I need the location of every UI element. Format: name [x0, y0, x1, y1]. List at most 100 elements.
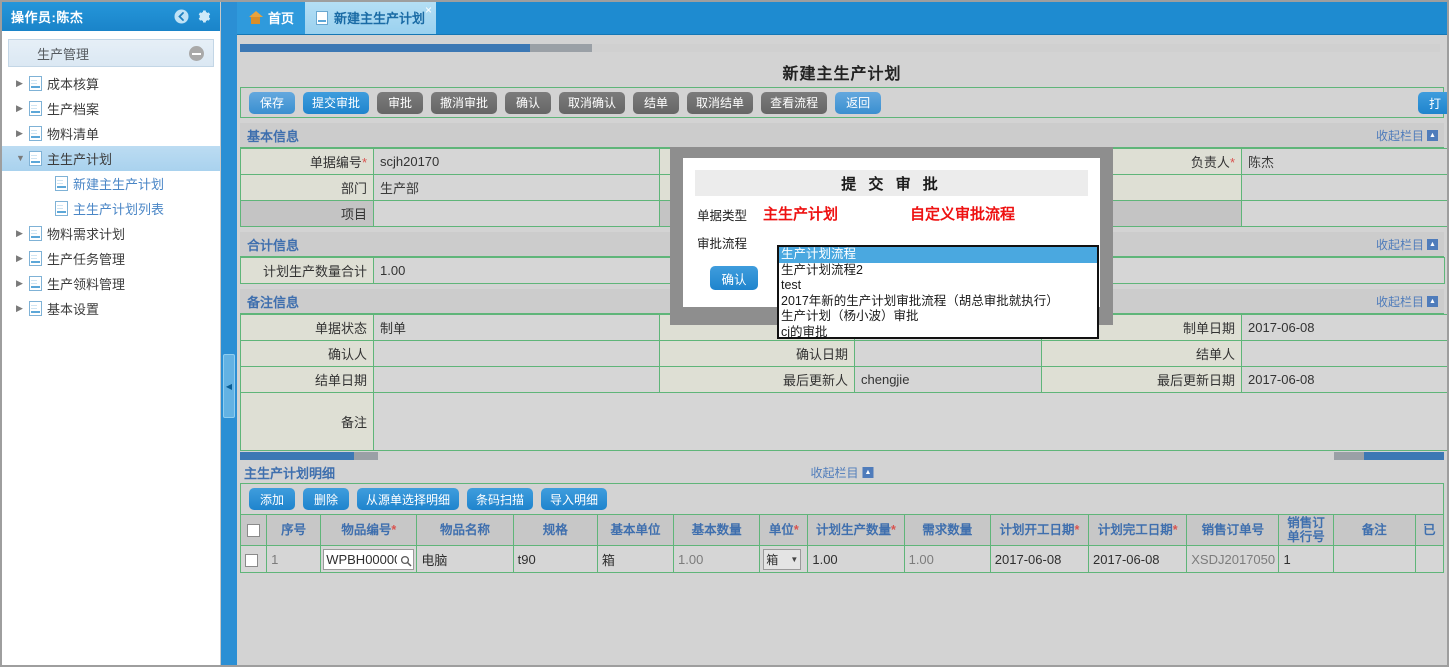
basic-value-1-1[interactable]: 生产部: [374, 175, 660, 201]
chevron-right-icon[interactable]: [16, 79, 29, 88]
cell-plan_end[interactable]: 2017-06-08: [1089, 546, 1187, 573]
column-header-11[interactable]: 计划完工日期*: [1089, 515, 1187, 546]
toolbar-button-print-cutoff[interactable]: 打: [1418, 92, 1449, 114]
basic-value-2-1[interactable]: [374, 201, 660, 227]
toolbar-button-1[interactable]: 提交审批: [303, 92, 369, 114]
toolbar-button-7[interactable]: 取消结单: [687, 92, 753, 114]
detail-button-4[interactable]: 导入明细: [541, 488, 607, 510]
scroll-thumb-right[interactable]: [1364, 452, 1444, 460]
row-checkbox[interactable]: [245, 554, 258, 567]
column-header-0[interactable]: [241, 515, 267, 546]
collapse-handle-icon[interactable]: ◀: [223, 354, 235, 418]
detail-button-0[interactable]: 添加: [249, 488, 295, 510]
basic-value-1-3[interactable]: [1242, 175, 1449, 201]
toolbar-button-3[interactable]: 撤消审批: [431, 92, 497, 114]
chevron-right-icon[interactable]: [16, 304, 29, 313]
cell-unit[interactable]: 箱▼: [760, 546, 808, 573]
cell-base_unit[interactable]: 箱: [597, 546, 673, 573]
column-header-8[interactable]: 计划生产数量*: [808, 515, 904, 546]
sidebar-collapse-strip[interactable]: ◀: [221, 2, 237, 667]
total-info-collapse-link[interactable]: 收起栏目 ▲: [1376, 236, 1438, 253]
remark-value-0-2[interactable]: 2017-06-08: [1242, 315, 1449, 341]
basic-info-collapse-link[interactable]: 收起栏目 ▲: [1376, 127, 1438, 144]
detail-button-2[interactable]: 从源单选择明细: [357, 488, 459, 510]
column-header-14[interactable]: 备注: [1333, 515, 1415, 546]
sidebar-item-2[interactable]: 物料清单: [2, 121, 220, 146]
column-header-10[interactable]: 计划开工日期*: [990, 515, 1088, 546]
chevron-right-icon[interactable]: [16, 279, 29, 288]
chevron-down-icon[interactable]: [16, 154, 29, 163]
detail-collapse-link[interactable]: 收起栏目 ▲: [810, 464, 873, 481]
gear-icon[interactable]: [195, 8, 212, 25]
content-horizontal-scrollbar[interactable]: [237, 35, 1447, 57]
flow-option-4[interactable]: 生产计划（杨小波）审批: [779, 309, 1097, 325]
sidebar-item-1[interactable]: 生产档案: [2, 96, 220, 121]
close-icon[interactable]: ×: [425, 4, 432, 16]
column-header-12[interactable]: 销售订单号: [1187, 515, 1279, 546]
remark-value-0-0[interactable]: 制单: [374, 315, 660, 341]
flow-option-5[interactable]: cj的审批: [779, 325, 1097, 340]
cell-sales_order[interactable]: XSDJ2017050: [1187, 546, 1279, 573]
sidebar-item-9[interactable]: 基本设置: [2, 296, 220, 321]
scroll-thumb[interactable]: [240, 44, 530, 52]
back-arrow-icon[interactable]: [173, 8, 190, 25]
remark-value-1-0[interactable]: [374, 341, 660, 367]
cell-base_qty[interactable]: 1.00: [674, 546, 760, 573]
toolbar-button-4[interactable]: 确认: [505, 92, 551, 114]
flow-option-0[interactable]: 生产计划流程: [779, 247, 1097, 263]
column-header-4[interactable]: 规格: [513, 515, 597, 546]
remark-value-2-2[interactable]: 2017-06-08: [1242, 367, 1449, 393]
cell-sales_line[interactable]: 1: [1279, 546, 1333, 573]
toolbar-button-6[interactable]: 结单: [633, 92, 679, 114]
cell-seq[interactable]: 1: [267, 546, 321, 573]
sidebar-item-7[interactable]: 生产任务管理: [2, 246, 220, 271]
row-checkbox-cell[interactable]: [241, 546, 267, 573]
chevron-right-icon[interactable]: [16, 229, 29, 238]
column-header-9[interactable]: 需求数量: [904, 515, 990, 546]
column-header-7[interactable]: 单位*: [760, 515, 808, 546]
basic-value-0-3[interactable]: 陈杰: [1242, 149, 1449, 175]
flow-option-1[interactable]: 生产计划流程2: [779, 263, 1097, 279]
cell-plan_start[interactable]: 2017-06-08: [990, 546, 1088, 573]
column-header-1[interactable]: 序号: [267, 515, 321, 546]
detail-button-1[interactable]: 删除: [303, 488, 349, 510]
remark-value-1-1[interactable]: [855, 341, 1042, 367]
cell-demand_qty[interactable]: 1.00: [904, 546, 990, 573]
sidebar-item-8[interactable]: 生产领料管理: [2, 271, 220, 296]
scroll-thumb-right-secondary[interactable]: [1334, 452, 1364, 460]
remark-value-2-0[interactable]: [374, 367, 660, 393]
item-code-input-wrap[interactable]: [323, 552, 414, 567]
column-header-5[interactable]: 基本单位: [597, 515, 673, 546]
basic-value-2-3[interactable]: [1242, 201, 1449, 227]
approval-flow-listbox[interactable]: 生产计划流程生产计划流程2test2017年新的生产计划审批流程（胡总审批就执行…: [777, 245, 1099, 339]
cell-item_name[interactable]: 电脑: [417, 546, 513, 573]
tab-1[interactable]: 新建主生产计划×: [305, 1, 436, 34]
column-header-6[interactable]: 基本数量: [674, 515, 760, 546]
remark-note-value[interactable]: [374, 393, 1449, 451]
chevron-right-icon[interactable]: [16, 129, 29, 138]
remark-info-collapse-link[interactable]: 收起栏目 ▲: [1376, 293, 1438, 310]
module-header[interactable]: 生产管理: [8, 39, 214, 67]
sidebar-item-3[interactable]: 主生产计划: [2, 146, 220, 171]
chevron-right-icon[interactable]: [16, 254, 29, 263]
flow-option-2[interactable]: test: [779, 278, 1097, 294]
scroll-thumb-secondary[interactable]: [530, 44, 592, 52]
tab-0[interactable]: 首页: [237, 1, 305, 34]
toolbar-button-0[interactable]: 保存: [249, 92, 295, 114]
remark-value-1-2[interactable]: [1242, 341, 1449, 367]
toolbar-button-2[interactable]: 审批: [377, 92, 423, 114]
confirm-button[interactable]: 确认: [710, 266, 758, 290]
remark-horizontal-scrollbar[interactable]: [240, 452, 1444, 461]
cell-done[interactable]: [1415, 546, 1443, 573]
scroll-thumb-left-secondary[interactable]: [354, 452, 378, 460]
column-header-3[interactable]: 物品名称: [417, 515, 513, 546]
detail-button-3[interactable]: 条码扫描: [467, 488, 533, 510]
sidebar-item-0[interactable]: 成本核算: [2, 71, 220, 96]
column-header-2[interactable]: 物品编号*: [321, 515, 417, 546]
search-icon[interactable]: [400, 555, 412, 567]
sidebar-item-6[interactable]: 物料需求计划: [2, 221, 220, 246]
basic-value-0-1[interactable]: scjh20170: [374, 149, 660, 175]
toolbar-button-5[interactable]: 取消确认: [559, 92, 625, 114]
column-header-13[interactable]: 销售订单行号: [1279, 515, 1333, 546]
sidebar-item-4[interactable]: 新建主生产计划: [2, 171, 220, 196]
